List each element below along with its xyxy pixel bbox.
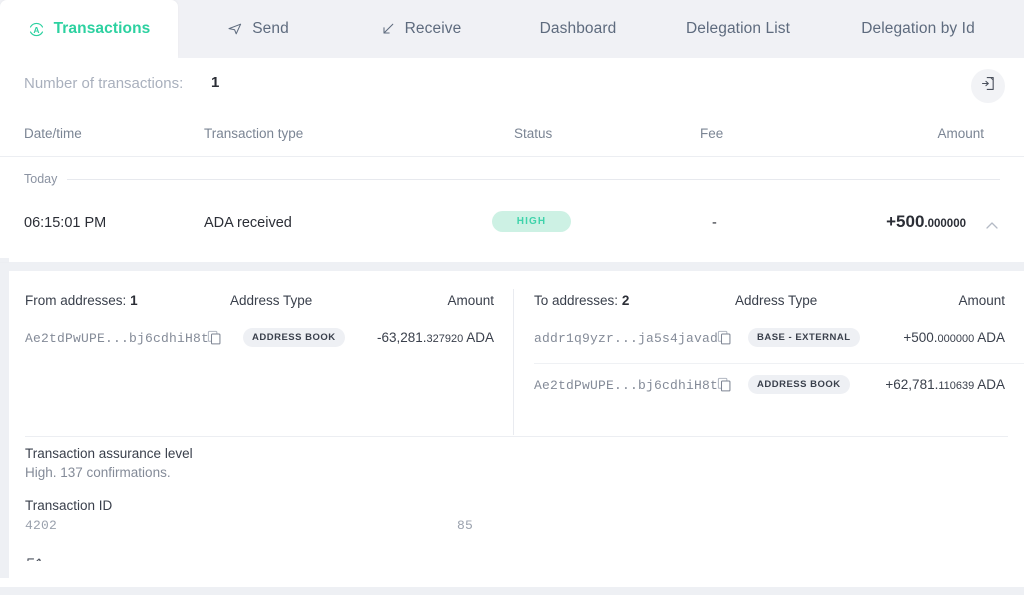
address-type-badge: ADDRESS BOOK (748, 375, 850, 394)
to-address-amount: +62,781.110639 ADA (885, 377, 1005, 392)
amount-decimal: 000000 (938, 333, 975, 345)
amount-integer: +62,781. (885, 377, 938, 392)
summary-bar: Number of transactions: 1 (0, 58, 1024, 116)
transactions-panel: Number of transactions: 1 Date/time Tran… (0, 58, 1024, 595)
copy-icon[interactable] (717, 330, 732, 345)
export-csv-button[interactable] (971, 69, 1005, 103)
transaction-type: ADA received (204, 215, 292, 231)
from-addresses-section: From addresses: 1 Address Type Amount Ae… (9, 271, 513, 362)
transaction-amount: +500.000000 (886, 212, 966, 232)
transaction-detail-panel: From addresses: 1 Address Type Amount Ae… (9, 271, 1024, 581)
from-addresses-header: From addresses: 1 Address Type Amount (9, 271, 513, 315)
arrow-down-left-icon (380, 21, 396, 37)
tab-delegation-by-id[interactable]: Delegation by Id (823, 0, 1013, 58)
tab-label: Send (252, 20, 289, 38)
amount-decimal: .000000 (924, 218, 966, 230)
ada-circle-icon: A (28, 21, 45, 38)
tab-label: Receive (405, 20, 462, 38)
svg-text:A: A (33, 24, 39, 34)
transaction-id-value-end: 85 (457, 518, 473, 533)
from-addresses-count: 1 (130, 293, 138, 308)
wallet-transactions-screen: A Transactions Send Receive Da (0, 0, 1024, 595)
from-column-address-type: Address Type (230, 293, 312, 308)
tab-dashboard[interactable]: Dashboard (503, 0, 653, 58)
copy-icon[interactable] (717, 377, 732, 392)
from-address-text: Ae2tdPwUPE...bj6cdhiH8t (25, 331, 209, 346)
transactions-count-value: 1 (211, 74, 219, 91)
transaction-time: 06:15:01 PM (24, 215, 106, 231)
tab-label: Delegation List (686, 20, 790, 38)
from-addresses-label: From addresses: (25, 293, 126, 308)
paper-plane-icon (227, 21, 243, 37)
from-addresses-title: From addresses: 1 (25, 293, 138, 308)
from-address-amount: -63,281.327920 ADA (377, 330, 494, 345)
to-addresses-title: To addresses: 2 (534, 293, 629, 308)
panel-bottom-strip (9, 561, 1015, 587)
table-column-headers: Date/time Transaction type Status Fee Am… (0, 116, 1024, 157)
addresses-bottom-divider (25, 436, 1008, 437)
tab-label: Transactions (54, 20, 151, 38)
from-column-amount: Amount (447, 293, 494, 308)
column-header-date: Date/time (24, 126, 82, 141)
day-group-label: Today (24, 172, 57, 186)
to-address-text: Ae2tdPwUPE...bj6cdhiH8t (534, 378, 718, 393)
to-addresses-section: To addresses: 2 Address Type Amount addr… (514, 271, 1024, 409)
tab-label: Dashboard (540, 20, 617, 38)
transaction-fee: - (712, 215, 717, 231)
to-column-amount: Amount (958, 293, 1005, 308)
tab-send[interactable]: Send (178, 0, 338, 58)
address-type-badge: ADDRESS BOOK (243, 328, 345, 347)
to-addresses-label: To addresses: (534, 293, 618, 308)
to-addresses-header: To addresses: 2 Address Type Amount (514, 271, 1024, 315)
day-group-divider (67, 179, 1000, 180)
export-file-icon (980, 75, 997, 97)
left-gutter (0, 258, 9, 578)
amount-unit: ADA (974, 377, 1005, 392)
tab-label: Delegation by Id (861, 20, 975, 38)
amount-integer: -63,281. (377, 330, 427, 345)
list-item: addr1q9yzr...ja5s4javad BASE - EXTERNAL … (514, 315, 1024, 362)
transactions-count-label: Number of transactions: (24, 75, 183, 92)
amount-unit: ADA (974, 330, 1005, 345)
amount-unit: ADA (463, 330, 494, 345)
list-item: Ae2tdPwUPE...bj6cdhiH8t ADDRESS BOOK +62… (514, 362, 1024, 409)
to-address-amount: +500.000000 ADA (903, 330, 1005, 345)
row-detail-separator (9, 262, 1024, 271)
address-type-badge: BASE - EXTERNAL (748, 328, 860, 347)
tab-transactions[interactable]: A Transactions (0, 0, 178, 58)
amount-integer: +500. (903, 330, 937, 345)
to-column-address-type: Address Type (735, 293, 817, 308)
list-item: Ae2tdPwUPE...bj6cdhiH8t ADDRESS BOOK -63… (9, 315, 513, 362)
column-header-fee: Fee (700, 126, 723, 141)
transaction-id-label: Transaction ID (25, 498, 112, 513)
status-badge: HIGH (492, 211, 571, 232)
amount-decimal: 327920 (427, 333, 464, 345)
column-header-amount: Amount (937, 126, 984, 141)
to-address-text: addr1q9yzr...ja5s4javad (534, 331, 718, 346)
column-header-status: Status (514, 126, 552, 141)
transaction-id-value-start: 4202 (25, 518, 57, 533)
table-row[interactable]: 06:15:01 PM ADA received HIGH - +500.000… (0, 194, 1024, 263)
amount-integer: +500 (886, 212, 924, 231)
amount-decimal: 110639 (938, 380, 974, 392)
chevron-up-icon[interactable] (984, 218, 1000, 234)
assurance-level-value: High. 137 confirmations. (25, 465, 171, 480)
tab-delegation-list[interactable]: Delegation List (653, 0, 823, 58)
day-group-header: Today (0, 164, 1024, 194)
to-addresses-count: 2 (622, 293, 630, 308)
assurance-level-label: Transaction assurance level (25, 446, 193, 461)
page-bottom-background (0, 587, 1024, 595)
column-header-type: Transaction type (204, 126, 303, 141)
main-tab-bar: A Transactions Send Receive Da (0, 0, 1024, 58)
copy-icon[interactable] (207, 330, 222, 345)
tab-receive[interactable]: Receive (338, 0, 503, 58)
